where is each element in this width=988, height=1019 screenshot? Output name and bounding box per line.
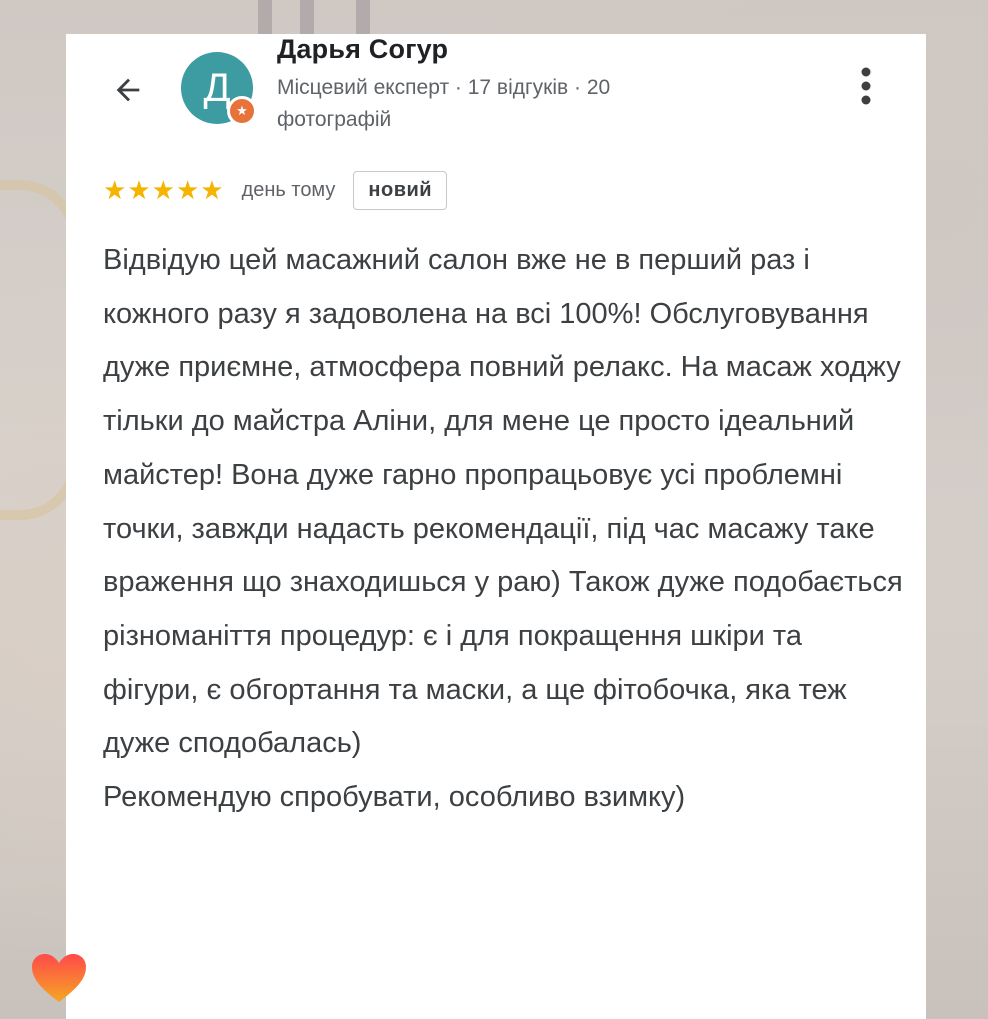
reviewer-meta: Місцевий експерт · 17 відгуків · 20 фото… [277, 76, 611, 131]
avatar[interactable]: Д ★ [181, 52, 257, 126]
new-badge: новий [353, 170, 448, 210]
star-icon: ★ [127, 175, 151, 205]
reviewer-name[interactable]: Дарья Согур [277, 34, 448, 65]
review-text: Відвідую цей масажний салон вже не в пер… [103, 244, 903, 814]
star-icon: ★ [200, 175, 224, 205]
arrow-left-icon [116, 78, 140, 102]
back-button[interactable] [106, 68, 150, 112]
heart-icon[interactable] [30, 952, 88, 1004]
more-vert-icon [861, 67, 871, 105]
review-card: Д ★ Дарья Согур Місцевий експерт · 17 ві… [66, 34, 926, 1019]
more-options-button[interactable] [846, 64, 886, 108]
avatar-letter: Д [203, 65, 231, 110]
star-icon: ★ [151, 175, 175, 205]
rating-row: ★ ★ ★ ★ ★ день тому новий [103, 170, 448, 210]
star-rating: ★ ★ ★ ★ ★ [103, 177, 224, 203]
star-icon: ★ [175, 175, 200, 205]
local-guide-badge-icon: ★ [227, 96, 257, 126]
review-date: день тому [241, 178, 336, 201]
star-icon: ★ [103, 175, 127, 205]
